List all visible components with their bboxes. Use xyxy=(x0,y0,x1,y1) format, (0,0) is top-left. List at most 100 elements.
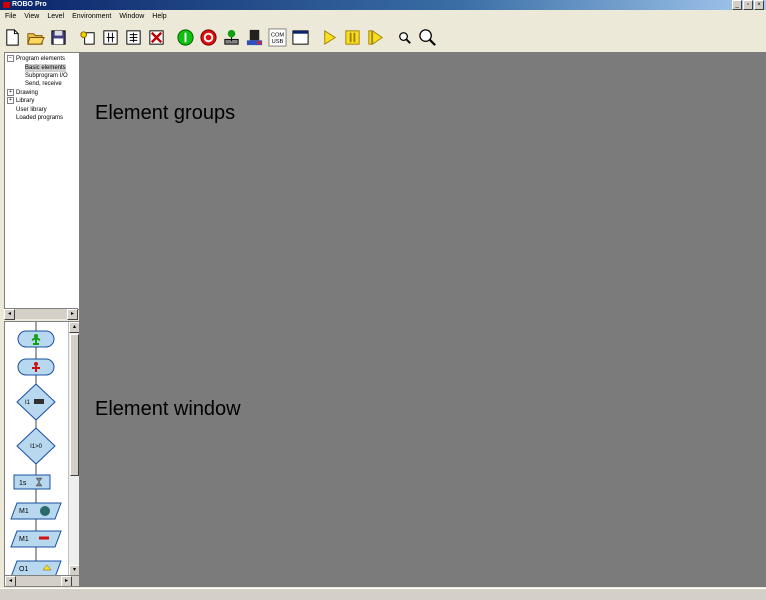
tree-item-loaded-programs[interactable]: Loaded programs xyxy=(16,114,63,122)
interface-icon xyxy=(246,29,263,46)
stop-button[interactable] xyxy=(198,27,219,48)
minimize-button[interactable]: _ xyxy=(732,0,742,10)
output-element[interactable]: O1 xyxy=(10,560,62,576)
tree-item-label: Basic elements xyxy=(25,65,66,71)
tree-item-send-receive[interactable]: Send, receive xyxy=(25,80,62,88)
status-bar xyxy=(0,588,766,600)
tree-item-drawing[interactable]: + Drawing xyxy=(7,89,38,97)
element-window: I1 I1>0 1s M1 M1 O1 ▴ ▾ ◂ ▸ xyxy=(4,321,80,587)
start-button[interactable] xyxy=(175,27,196,48)
toolbar: COM USB xyxy=(0,24,766,51)
test-window-button[interactable] xyxy=(290,27,311,48)
tree-item-label: Drawing xyxy=(16,90,39,97)
app-icon xyxy=(3,2,10,8)
save-icon xyxy=(51,30,66,45)
tree-item-label: Subprogram I/O xyxy=(25,73,68,79)
motor-element[interactable]: M1 xyxy=(10,502,62,520)
tree-item-program-elements[interactable]: − Program elements xyxy=(7,55,65,63)
scroll-thumb[interactable] xyxy=(70,334,79,476)
stop-icon xyxy=(200,29,217,46)
delete-subprogram-icon xyxy=(149,30,164,45)
copy-subprogram-button[interactable] xyxy=(100,27,121,48)
open-button[interactable] xyxy=(25,27,46,48)
output-label: O1 xyxy=(19,566,28,573)
element-window-label: Element window xyxy=(95,398,241,420)
test-window-icon xyxy=(292,30,309,45)
new-icon xyxy=(6,29,19,46)
download-icon xyxy=(224,29,239,45)
element-groups-label: Element groups xyxy=(95,102,236,124)
copy-subprogram-icon xyxy=(103,30,118,45)
tree-item-basic-elements[interactable]: Basic elements xyxy=(25,64,66,72)
start-element[interactable] xyxy=(17,330,55,348)
open-icon xyxy=(27,33,45,45)
debug-pause-icon xyxy=(345,30,360,45)
com-usb-icon: COMUSB xyxy=(268,28,287,47)
new-button[interactable] xyxy=(2,27,23,48)
window-controls: _ ▫ × xyxy=(732,0,764,10)
debug-step-icon xyxy=(368,29,383,46)
debug-pause-button[interactable] xyxy=(342,27,363,48)
menu-file[interactable]: File xyxy=(0,11,19,23)
tree-item-label: Program elements xyxy=(16,56,66,63)
menu-window[interactable]: Window xyxy=(114,11,147,23)
zoom-in-icon xyxy=(419,29,436,46)
wait-element[interactable]: 1s xyxy=(13,474,51,490)
edit-subprogram-button[interactable] xyxy=(123,27,144,48)
element-horizontal-scrollbar[interactable]: ◂ ▸ xyxy=(5,575,79,586)
debug-step-button[interactable] xyxy=(365,27,386,48)
title-bar: ROBO Pro _ ▫ × xyxy=(0,0,766,10)
wait-label: 1s xyxy=(19,480,27,487)
menu-level[interactable]: Level xyxy=(42,11,67,23)
start-icon xyxy=(177,29,194,46)
branch-label: I1 xyxy=(25,400,31,406)
tree-horizontal-scrollbar[interactable]: ◂ ▸ xyxy=(4,308,78,320)
expand-icon[interactable]: + xyxy=(7,97,14,104)
end-element[interactable] xyxy=(17,358,55,376)
menu-environment[interactable]: Environment xyxy=(67,11,114,23)
motor2-label: M1 xyxy=(19,536,29,543)
new-subprogram-button[interactable] xyxy=(77,27,98,48)
element-palette: I1 I1>0 1s M1 M1 O1 xyxy=(10,322,62,576)
compare-label: I1>0 xyxy=(30,444,43,450)
com-usb-button[interactable]: COM USB xyxy=(267,27,288,48)
interface-button[interactable] xyxy=(244,27,265,48)
svg-text:COM: COM xyxy=(271,33,285,39)
zoom-out-icon xyxy=(399,32,411,44)
svg-text:USB: USB xyxy=(272,39,284,45)
tree-item-user-library[interactable]: User library xyxy=(16,106,47,114)
close-button[interactable]: × xyxy=(754,0,764,10)
program-canvas[interactable]: Element groups Element window xyxy=(79,52,766,587)
new-subprogram-icon xyxy=(80,31,95,45)
tree-item-library[interactable]: + Library xyxy=(7,97,34,105)
zoom-out-button[interactable] xyxy=(394,27,415,48)
window-title: ROBO Pro xyxy=(12,1,47,8)
scroll-right-button[interactable]: ▸ xyxy=(61,576,72,586)
maximize-button[interactable]: ▫ xyxy=(743,0,753,10)
save-button[interactable] xyxy=(48,27,69,48)
motor-label: M1 xyxy=(19,508,29,515)
tree-item-label: Library xyxy=(16,98,35,105)
menu-help[interactable]: Help xyxy=(147,11,169,23)
tree-item-subprogram-io[interactable]: Subprogram I/O xyxy=(25,72,68,80)
download-button[interactable] xyxy=(221,27,242,48)
scroll-left-button[interactable]: ◂ xyxy=(4,309,15,320)
collapse-icon[interactable]: − xyxy=(7,55,14,62)
element-vertical-scrollbar[interactable]: ▴ ▾ xyxy=(68,322,79,576)
tree-item-label: User library xyxy=(16,107,47,113)
motor-direction-element[interactable]: M1 xyxy=(10,530,62,548)
menu-bar: File View Level Environment Window Help xyxy=(0,11,766,23)
debug-play-icon xyxy=(324,29,337,46)
compare-element[interactable]: I1>0 xyxy=(16,427,56,465)
tree-item-label: Send, receive xyxy=(25,81,62,87)
menu-view[interactable]: View xyxy=(19,11,42,23)
delete-subprogram-button[interactable] xyxy=(146,27,167,48)
scroll-right-button[interactable]: ▸ xyxy=(67,309,78,320)
branch-element[interactable]: I1 xyxy=(16,383,56,421)
debug-play-button[interactable] xyxy=(319,27,340,48)
scroll-left-button[interactable]: ◂ xyxy=(5,576,16,586)
tree-item-label: Loaded programs xyxy=(16,115,64,121)
edit-subprogram-icon xyxy=(126,30,141,45)
zoom-in-button[interactable] xyxy=(417,27,438,48)
expand-icon[interactable]: + xyxy=(7,89,14,96)
